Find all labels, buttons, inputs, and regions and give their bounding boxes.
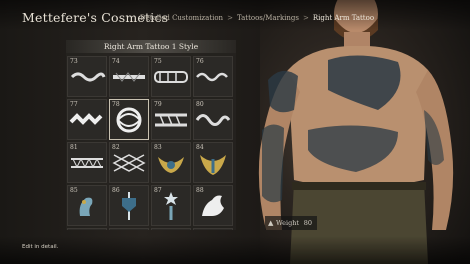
tattoo-pattern-icon — [155, 113, 187, 127]
tattoo-option[interactable]: 81 — [67, 142, 107, 183]
tattoo-option[interactable]: 75 — [151, 56, 191, 97]
tattoo-option[interactable]: 82 — [109, 142, 149, 183]
tattoo-option[interactable]: 76 — [193, 56, 233, 97]
breadcrumb-item[interactable]: Detailed Customization — [140, 14, 223, 22]
tattoo-pattern-icon — [112, 154, 146, 172]
tattoo-pattern-icon — [152, 229, 190, 230]
tattoo-option[interactable]: 88 — [193, 185, 233, 226]
tattoo-option[interactable]: 87 — [151, 185, 191, 226]
footer-bar: Edit in detail. — [0, 236, 470, 264]
tattoo-option[interactable]: 84 — [193, 142, 233, 183]
panel-title: Right Arm Tattoo 1 Style — [103, 42, 199, 51]
tattoo-option[interactable]: 85 — [67, 185, 107, 226]
tattoo-pattern-icon — [110, 229, 148, 230]
tattoo-pattern-icon — [79, 197, 93, 216]
tattoo-option[interactable]: 78 — [109, 99, 149, 140]
tattoo-option[interactable]: 90 — [109, 228, 149, 230]
tattoo-option[interactable]: 89 — [67, 228, 107, 230]
tattoo-option[interactable]: 91 — [151, 228, 191, 230]
tattoo-option[interactable]: 83 — [151, 142, 191, 183]
tattoo-grid: 73747576 77787980 81828384 85868788 89909192 — [67, 56, 235, 230]
breadcrumb: Detailed Customization > Tattoos/Markings >… — [140, 14, 374, 22]
tattoo-pattern-icon — [196, 72, 228, 82]
weight-icon: ▲ — [268, 219, 274, 227]
tattoo-option[interactable]: 77 — [67, 99, 107, 140]
weight-label: Weight — [276, 219, 300, 227]
tattoo-pattern-icon — [122, 192, 136, 220]
tattoo-pattern-icon — [68, 229, 106, 230]
panel-header: Right Arm Tattoo 1 Style — [66, 40, 236, 53]
breadcrumb-separator-icon: > — [227, 14, 233, 22]
tattoo-pattern-icon — [195, 114, 231, 126]
breadcrumb-current: Right Arm Tattoo — [312, 14, 375, 22]
tattoo-pattern-icon — [113, 72, 145, 82]
weight-readout[interactable]: ▲ Weight 80 — [265, 216, 317, 230]
tattoo-option[interactable]: 73 — [67, 56, 107, 97]
tattoo-option[interactable]: 92 — [193, 228, 233, 230]
tattoo-pattern-icon — [70, 72, 106, 82]
tattoo-pattern-icon — [69, 113, 103, 125]
breadcrumb-separator-icon: > — [303, 14, 309, 22]
tattoo-option[interactable]: 74 — [109, 56, 149, 97]
tattoo-pattern-icon — [194, 229, 232, 230]
tattoo-pattern-icon — [116, 107, 142, 133]
footer-hint: Edit in detail. — [22, 244, 59, 250]
tattoo-pattern-icon — [158, 157, 184, 173]
tattoo-pattern-icon — [200, 155, 226, 175]
tattoo-pattern-icon — [154, 71, 188, 83]
tattoo-pattern-icon — [202, 195, 224, 216]
tattoo-option[interactable]: 79 — [151, 99, 191, 140]
breadcrumb-item[interactable]: Tattoos/Markings — [237, 14, 299, 22]
tattoo-option[interactable]: 80 — [193, 99, 233, 140]
weight-value: 80 — [303, 219, 312, 227]
tattoo-pattern-icon — [164, 192, 178, 220]
tattoo-pattern-icon — [71, 157, 103, 169]
tattoo-option[interactable]: 86 — [109, 185, 149, 226]
